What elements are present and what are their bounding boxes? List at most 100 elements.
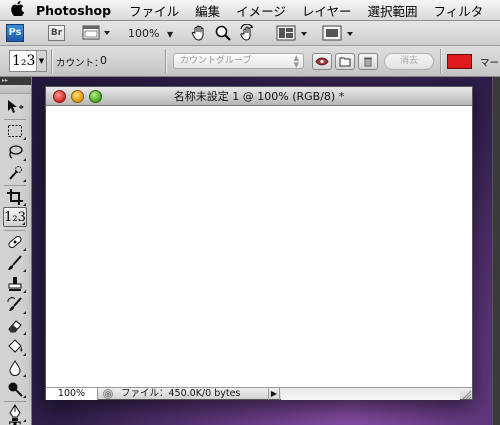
water-drop-icon: [9, 360, 21, 376]
tool-group-indicator: [23, 179, 26, 182]
tool-group-indicator: [22, 222, 25, 225]
tool-group-indicator: [23, 311, 26, 314]
horizontal-scrollbar[interactable]: [281, 388, 460, 400]
menu-filter[interactable]: フィルタ: [434, 1, 484, 20]
tool-group-indicator: [23, 269, 26, 272]
tool-group-indicator: [23, 353, 26, 356]
paint-bucket-tool[interactable]: [3, 337, 27, 357]
eraser-icon: [8, 320, 22, 333]
menu-bar: Photoshop ファイル 編集 イメージ レイヤー 選択範囲 フィルタ: [0, 0, 500, 21]
quick-selection-icon: [9, 166, 22, 180]
folder-icon: [339, 57, 351, 67]
count-group-placeholder: カウントグループ: [180, 56, 252, 66]
zoom-level-select[interactable]: 100% ▼: [128, 25, 173, 42]
marker-size-label: マーカー: [480, 58, 500, 69]
minimize-window-button[interactable]: [71, 90, 84, 103]
document-status-bar: 100% ◎ ファイル：450.0K/0 bytes ▶: [46, 387, 472, 400]
tool-separator: [4, 185, 26, 186]
arrange-documents-button[interactable]: [276, 25, 312, 42]
panels-dock-edge: [492, 77, 500, 425]
divider: [165, 49, 166, 73]
history-brush-tool[interactable]: [3, 295, 27, 315]
paint-bucket-icon: [8, 339, 23, 353]
status-menu-arrow-icon[interactable]: ▶: [268, 388, 280, 400]
tool-group-indicator: [23, 137, 26, 140]
marquee-tool[interactable]: [3, 121, 27, 141]
menu-image[interactable]: イメージ: [236, 1, 286, 20]
count-label: カウント：: [56, 58, 104, 69]
tool-options-bar: 1₂3 ▼ カウント： 0 カウントグループ ▲▼ 消去 マーカー: [0, 46, 500, 77]
clone-stamp-tool[interactable]: [3, 274, 27, 294]
crop-icon: [7, 189, 23, 205]
type-tool[interactable]: T: [3, 421, 27, 425]
tools-panel-collapse-toggle[interactable]: ▸▸: [0, 77, 31, 85]
lasso-tool[interactable]: [3, 142, 27, 162]
screen-mode-icon: [322, 25, 353, 41]
resize-grip-icon[interactable]: [460, 388, 472, 400]
quick-selection-tool[interactable]: [3, 163, 27, 183]
apple-logo-icon[interactable]: [0, 0, 34, 22]
status-info-icon[interactable]: ◎: [103, 389, 113, 399]
zoom-tool-button[interactable]: [214, 24, 232, 42]
tool-group-indicator: [23, 248, 26, 251]
eye-icon: [315, 57, 329, 66]
zoom-window-button[interactable]: [89, 90, 102, 103]
count-tool[interactable]: 1₂3: [3, 207, 27, 227]
document-status-text: ファイル：450.0K/0 bytes: [121, 388, 241, 399]
chevron-down-icon: ▼: [36, 51, 46, 71]
bridge-launch-button[interactable]: Br: [48, 25, 65, 41]
tool-preset-picker[interactable]: 1₂3 ▼: [9, 50, 47, 72]
view-extras-icon: [82, 25, 110, 40]
application-bar: Ps Br 100% ▼: [0, 21, 500, 46]
hand-tool-button[interactable]: [190, 24, 208, 42]
brush-tool[interactable]: [3, 253, 27, 273]
tool-group-indicator: [23, 203, 26, 206]
tool-separator: [4, 401, 26, 402]
pen-tool[interactable]: [3, 403, 27, 423]
menu-file[interactable]: ファイル: [129, 1, 179, 20]
rotate-hand-icon: [240, 23, 253, 41]
delete-count-group-button[interactable]: [358, 53, 378, 70]
menu-app-photoshop[interactable]: Photoshop: [36, 3, 111, 18]
document-window: 名称未設定 1 @ 100% (RGB/8) * 100% ◎ ファイル：450…: [45, 86, 473, 400]
move-arrow-icon: [8, 100, 24, 113]
view-extras-button[interactable]: [82, 25, 114, 41]
document-canvas[interactable]: [46, 106, 472, 387]
type-t-icon: T: [9, 421, 21, 425]
toggle-count-group-visibility-button[interactable]: [312, 53, 332, 70]
count-color-swatch[interactable]: [447, 54, 472, 69]
tools-panel: ▸▸ 1₂3: [0, 77, 32, 425]
screen-mode-button[interactable]: [322, 25, 358, 42]
divider: [440, 49, 441, 73]
trash-icon: [364, 57, 372, 67]
move-tool[interactable]: [3, 97, 27, 117]
eraser-tool[interactable]: [3, 316, 27, 336]
tool-separator: [4, 230, 26, 231]
history-brush-icon: [7, 297, 22, 311]
clear-count-button[interactable]: 消去: [384, 53, 434, 70]
blur-tool[interactable]: [3, 358, 27, 378]
hand-icon: [191, 25, 204, 41]
pen-nib-icon: [9, 404, 21, 421]
tool-group-indicator: [23, 374, 26, 377]
count-tool-icon: 1₂3: [12, 53, 36, 69]
zoom-level-value: 100%: [128, 27, 160, 40]
close-window-button[interactable]: [53, 90, 66, 103]
menu-select[interactable]: 選択範囲: [368, 1, 418, 20]
spot-healing-tool[interactable]: [3, 232, 27, 252]
rotate-view-tool-button[interactable]: [238, 23, 256, 42]
divider: [51, 49, 52, 73]
menu-layer[interactable]: レイヤー: [302, 1, 352, 20]
tool-group-indicator: [23, 332, 26, 335]
count-group-select[interactable]: カウントグループ ▲ ▼: [173, 53, 304, 69]
tools-panel-grip[interactable]: [0, 85, 31, 94]
photoshop-logo-icon[interactable]: Ps: [6, 24, 24, 42]
document-title-bar[interactable]: 名称未設定 1 @ 100% (RGB/8) *: [46, 87, 472, 106]
dodge-tool[interactable]: [3, 379, 27, 399]
document-zoom-field[interactable]: 100%: [46, 388, 98, 400]
new-count-group-button[interactable]: [335, 53, 355, 70]
menu-edit[interactable]: 編集: [195, 1, 220, 20]
brush-icon: [8, 255, 22, 270]
document-title: 名称未設定 1 @ 100% (RGB/8) *: [173, 90, 345, 103]
crop-tool[interactable]: [3, 187, 27, 207]
